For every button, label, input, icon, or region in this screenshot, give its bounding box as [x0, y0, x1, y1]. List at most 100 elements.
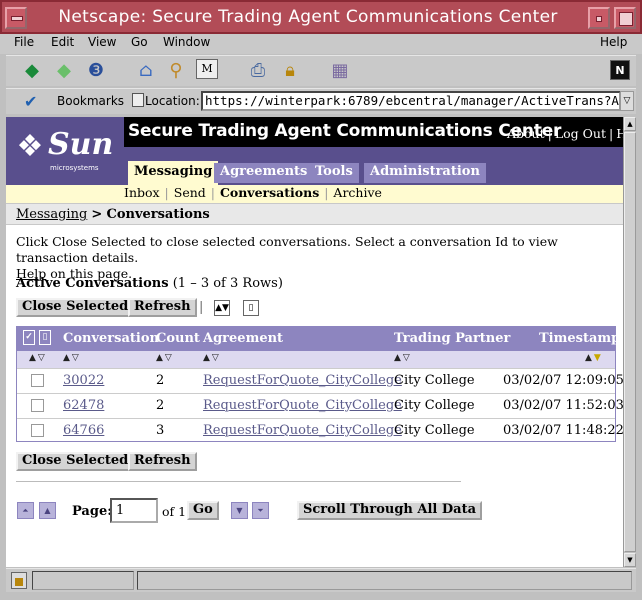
section-heading: Active Conversations — [16, 276, 169, 291]
app-title: Secure Trading Agent Communications Cent… — [128, 121, 562, 141]
row-checkbox[interactable] — [31, 424, 44, 437]
agreement-link[interactable]: RequestForQuote_CityCollege — [203, 373, 402, 388]
window-title: Netscape: Secure Trading Agent Communica… — [58, 7, 558, 27]
menu-view[interactable]: View — [88, 35, 116, 49]
sort-count-icon[interactable]: ▲▽ — [156, 353, 174, 363]
menu-edit[interactable]: Edit — [51, 35, 74, 49]
instructions-text: Click Close Selected to close selected c… — [16, 234, 621, 282]
tab-tools[interactable]: Tools — [309, 163, 359, 183]
conversation-link[interactable]: 30022 — [63, 373, 104, 388]
sort-timestamp-icon[interactable]: ▲▼ — [585, 353, 603, 363]
subnav-inbox[interactable]: Inbox — [124, 185, 160, 200]
conversation-link[interactable]: 64766 — [63, 423, 104, 438]
scroll-down-icon[interactable]: ▼ — [624, 553, 636, 567]
menu-go[interactable]: Go — [131, 35, 148, 49]
sort-icon[interactable]: ▲▼ — [214, 300, 230, 316]
agreement-link[interactable]: RequestForQuote_CityCollege — [203, 423, 402, 438]
sun-logo-subtext: microsystems — [50, 164, 99, 172]
close-selected-button-bottom[interactable]: Close Selected — [16, 452, 135, 471]
sort-partner-icon[interactable]: ▲▽ — [394, 353, 412, 363]
sun-logo: ❖ Sun microsystems — [6, 117, 124, 185]
column-agreement[interactable]: Agreement — [203, 331, 283, 346]
bookmarks-button[interactable]: Bookmarks — [57, 94, 124, 108]
statusbar — [6, 568, 636, 592]
refresh-button-bottom[interactable]: Refresh — [128, 452, 197, 471]
reload-icon[interactable]: ❸ — [84, 59, 108, 83]
agreement-link[interactable]: RequestForQuote_CityCollege — [203, 398, 402, 413]
scroll-all-button[interactable]: Scroll Through All Data — [297, 501, 483, 520]
location-bar: ✔ Bookmarks Location: https://winterpark… — [6, 88, 636, 114]
netscape-logo: N — [610, 60, 630, 80]
scroll-thumb[interactable] — [624, 132, 636, 552]
page-total: of 1 — [162, 504, 187, 519]
subnav-conversations[interactable]: Conversations — [220, 185, 319, 200]
maximize-button[interactable] — [614, 7, 636, 29]
partner-cell: City College — [394, 398, 475, 413]
filter-icon[interactable]: ▯ — [243, 300, 259, 316]
tab-agreements[interactable]: Agreements — [214, 163, 314, 183]
menu-window[interactable]: Window — [163, 35, 210, 49]
first-page-icon[interactable]: ⏶ — [17, 502, 34, 519]
next-page-icon[interactable]: ▼ — [231, 502, 248, 519]
url-input[interactable]: https://winterpark:6789/ebcentral/manage… — [201, 91, 621, 111]
go-button[interactable]: Go — [187, 501, 219, 520]
logout-link[interactable]: Log Out — [555, 126, 606, 141]
window-menu-button[interactable] — [5, 7, 27, 29]
help-link-header[interactable]: He — [616, 126, 623, 141]
conversation-link[interactable]: 62478 — [63, 398, 104, 413]
row-range: (1 – 3 of 3 Rows) — [172, 276, 283, 291]
menu-help[interactable]: Help — [600, 35, 627, 49]
status-progress — [32, 571, 134, 590]
page-content: ❖ Sun microsystems Secure Trading Agent … — [6, 117, 623, 567]
search-icon[interactable]: ⚲ — [164, 59, 188, 83]
subnav-archive[interactable]: Archive — [333, 185, 382, 200]
menubar: File Edit View Go Window Help — [0, 34, 642, 54]
column-count[interactable]: Count — [156, 331, 200, 346]
minimize-button[interactable] — [588, 7, 610, 29]
last-page-icon[interactable]: ⏷ — [252, 502, 269, 519]
app-header: Secure Trading Agent Communications Cent… — [124, 117, 623, 147]
lock-icon[interactable] — [11, 572, 27, 589]
about-link[interactable]: About — [507, 126, 545, 141]
column-conversation[interactable]: Conversation — [63, 331, 159, 346]
mail-icon[interactable]: M — [196, 59, 218, 79]
page-number-input[interactable]: 1 — [110, 498, 158, 523]
refresh-button[interactable]: Refresh — [128, 298, 197, 317]
print-icon[interactable]: ⎙ — [246, 59, 270, 83]
back-icon[interactable]: ◆ — [20, 59, 44, 83]
row-checkbox[interactable] — [31, 399, 44, 412]
home-icon[interactable]: ⌂ — [134, 59, 158, 83]
count-cell: 3 — [156, 423, 165, 438]
bookmark-icon[interactable]: ✔ — [24, 92, 37, 111]
stop-icon[interactable]: ▦ — [328, 59, 352, 83]
timestamp-cell: 03/02/07 11:48:22 — [503, 423, 623, 438]
security-icon[interactable]: 🔒︎ — [278, 59, 302, 83]
forward-icon[interactable]: ◆ — [52, 59, 76, 83]
scroll-up-icon[interactable]: ▲ — [624, 117, 636, 131]
row-checkbox[interactable] — [31, 374, 44, 387]
table-row[interactable]: 64766 3 RequestForQuote_CityCollege City… — [17, 418, 623, 443]
select-all-icon[interactable]: ✓ — [23, 330, 35, 345]
sort-select-icon[interactable]: ▲▽ — [29, 353, 47, 363]
tab-messaging[interactable]: Messaging — [128, 161, 219, 185]
table-row[interactable]: 62478 2 RequestForQuote_CityCollege City… — [17, 393, 623, 418]
page-icon[interactable] — [132, 93, 144, 107]
close-selected-button[interactable]: Close Selected — [16, 298, 135, 317]
subnav-send[interactable]: Send — [174, 185, 206, 200]
toolbar-separator: | — [199, 300, 204, 315]
previous-page-icon[interactable]: ▲ — [39, 502, 56, 519]
sort-conversation-icon[interactable]: ▲▽ — [63, 353, 81, 363]
sort-agreement-icon[interactable]: ▲▽ — [203, 353, 221, 363]
deselect-all-icon[interactable]: ▯ — [39, 330, 51, 345]
table-row[interactable]: 30022 2 RequestForQuote_CityCollege City… — [17, 368, 623, 393]
breadcrumb: Messaging > Conversations — [6, 203, 623, 225]
column-trading-partner[interactable]: Trading Partner — [394, 331, 510, 346]
url-dropdown-icon[interactable]: ▽ — [620, 91, 634, 111]
column-timestamp[interactable]: Timestamp — [539, 331, 620, 346]
menu-file[interactable]: File — [14, 35, 34, 49]
vertical-scrollbar[interactable]: ▲ ▼ — [623, 117, 636, 567]
breadcrumb-current: Conversations — [106, 207, 210, 222]
window-titlebar[interactable]: Netscape: Secure Trading Agent Communica… — [0, 0, 642, 34]
tab-administration[interactable]: Administration — [364, 163, 486, 183]
breadcrumb-messaging-link[interactable]: Messaging — [16, 207, 87, 222]
